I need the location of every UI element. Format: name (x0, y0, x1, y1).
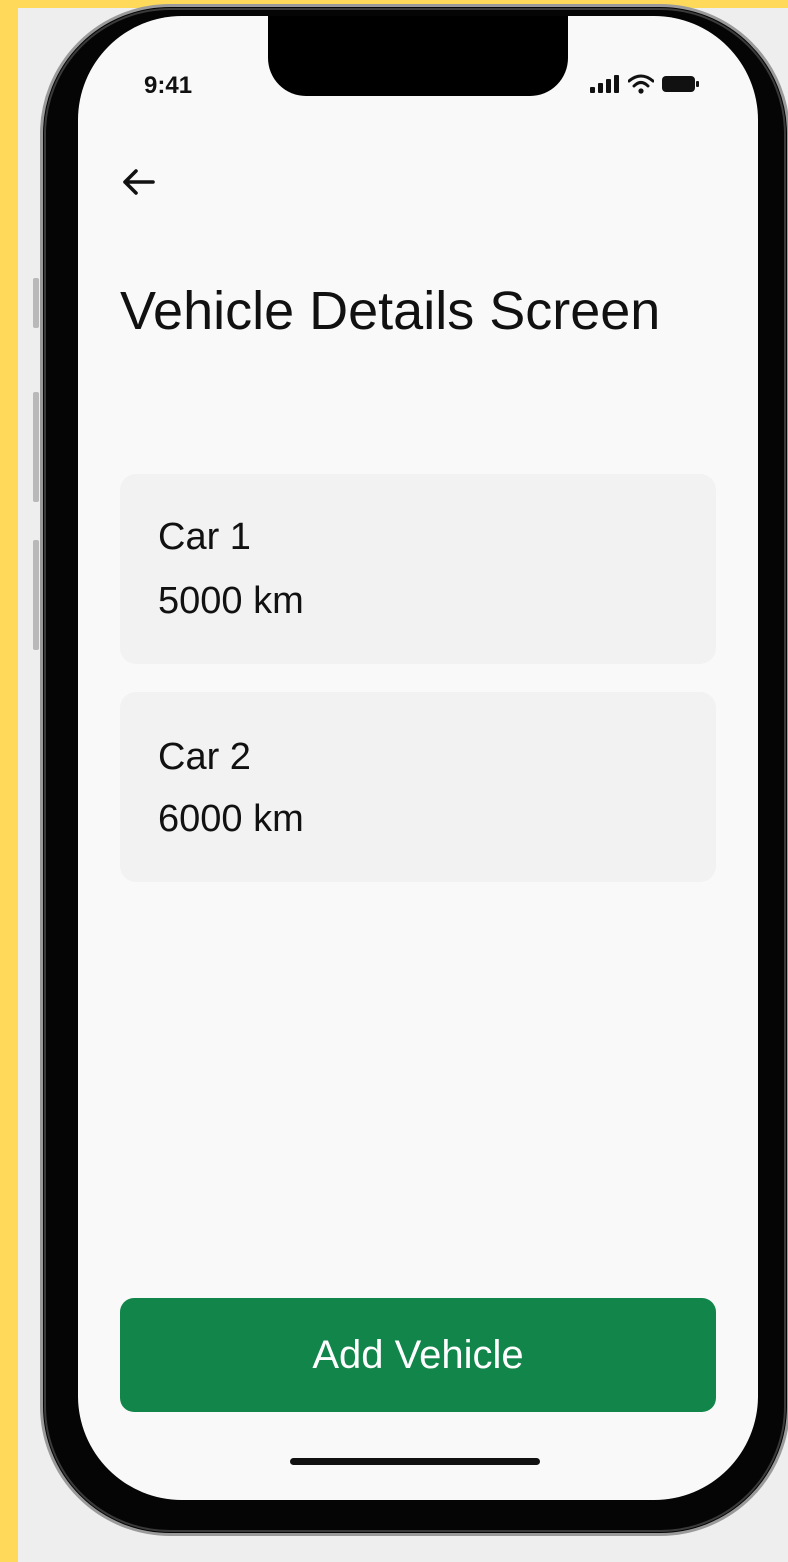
status-icons (590, 74, 700, 99)
vehicle-distance: 6000 km (158, 798, 304, 840)
home-indicator[interactable] (290, 1458, 540, 1465)
battery-icon (662, 75, 700, 98)
arrow-left-icon (121, 168, 155, 201)
wifi-icon (627, 74, 655, 99)
volume-down-button (33, 540, 39, 650)
phone-screen: 9:41 Vehicle Details Screen Car 1 5000 k… (78, 16, 758, 1500)
vehicle-card-car-2[interactable]: Car 2 6000 km (120, 692, 716, 882)
background-accent-strip (0, 0, 18, 1562)
vehicle-name: Car 1 (158, 516, 251, 558)
page-title: Vehicle Details Screen (120, 281, 661, 341)
vehicle-card-car-1[interactable]: Car 1 5000 km (120, 474, 716, 664)
silent-switch (33, 278, 39, 328)
cellular-signal-icon (590, 75, 620, 98)
volume-up-button (33, 392, 39, 502)
notch (268, 16, 568, 96)
vehicle-name: Car 2 (158, 736, 251, 778)
back-button[interactable] (116, 162, 160, 206)
add-vehicle-button[interactable]: Add Vehicle (120, 1298, 716, 1412)
vehicle-distance: 5000 km (158, 580, 304, 622)
status-time: 9:41 (144, 72, 193, 99)
